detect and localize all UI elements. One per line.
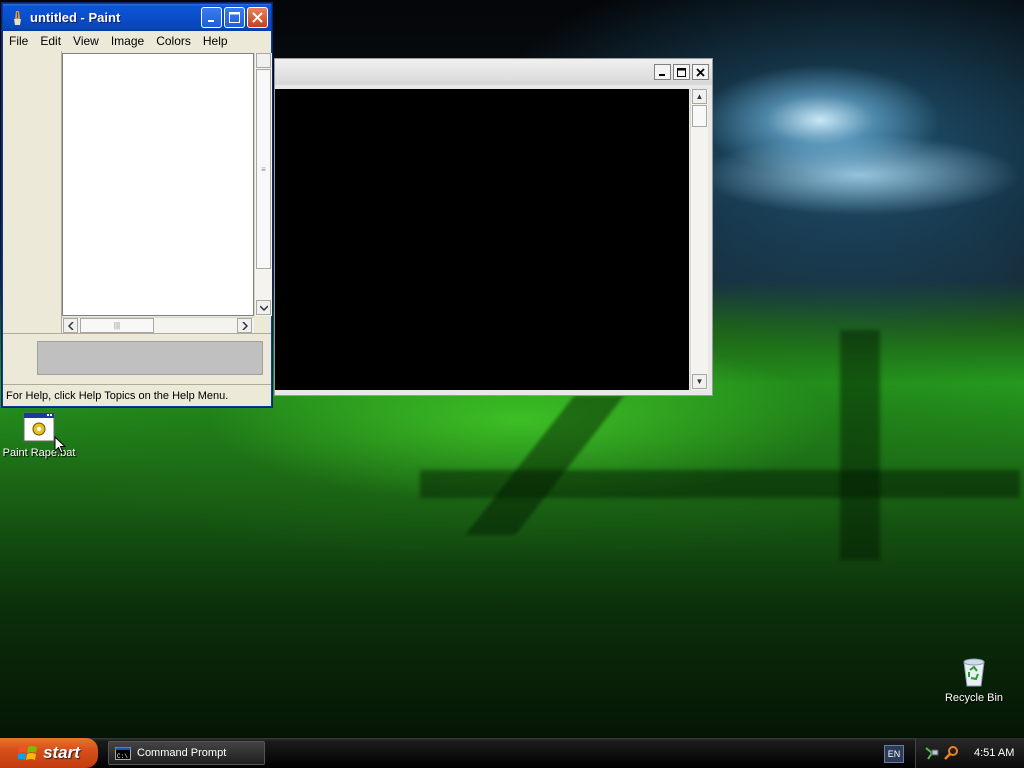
grass-shadow <box>840 330 880 560</box>
grass-shadow <box>420 470 1020 498</box>
mouse-cursor-icon <box>54 436 66 454</box>
search-icon[interactable] <box>944 745 960 761</box>
scroll-thumb[interactable]: ≡ <box>256 69 271 269</box>
batch-file-icon <box>23 412 55 442</box>
start-button[interactable]: start <box>0 738 98 768</box>
taskbar-button-label: Command Prompt <box>137 747 227 759</box>
divider <box>3 333 271 334</box>
scroll-thumb[interactable]: ||| <box>80 318 154 333</box>
start-label: start <box>43 743 80 762</box>
grass-shadow <box>465 395 625 535</box>
scroll-thumb[interactable] <box>692 105 707 127</box>
menu-help[interactable]: Help <box>197 34 234 48</box>
tool-box[interactable] <box>3 51 62 333</box>
paint-horizontal-scrollbar[interactable]: ||| <box>62 317 254 334</box>
cmd-titlebar[interactable] <box>275 59 712 85</box>
close-button[interactable] <box>692 64 709 80</box>
paint-menubar: File Edit View Image Colors Help <box>3 31 271 52</box>
language-indicator[interactable]: EN <box>884 745 904 763</box>
paint-title: untitled - Paint <box>30 10 121 25</box>
drawing-canvas[interactable] <box>62 53 254 316</box>
menu-image[interactable]: Image <box>105 34 150 48</box>
desktop-icon-label: Recycle Bin <box>944 692 1004 704</box>
color-palette[interactable] <box>37 341 263 375</box>
desktop-icon-recycle-bin[interactable]: Recycle Bin <box>940 656 1008 704</box>
desktop-icon-batch-file[interactable]: Paint Rape.bat <box>0 412 78 459</box>
menu-file[interactable]: File <box>3 34 34 48</box>
maximize-button[interactable] <box>673 64 690 80</box>
close-button[interactable] <box>247 7 268 28</box>
chevron-right-icon <box>241 321 248 330</box>
console-output[interactable] <box>275 89 689 390</box>
menu-view[interactable]: View <box>67 34 105 48</box>
desktop-icon-label: Paint Rape.bat <box>2 447 76 459</box>
paint-titlebar[interactable]: untitled - Paint <box>3 4 271 31</box>
paint-app-icon <box>9 10 25 26</box>
command-prompt-window[interactable]: ▲ ▼ <box>275 59 712 395</box>
paint-window[interactable]: untitled - Paint File Edit View Image Co… <box>2 3 272 407</box>
windows-logo-icon <box>18 746 38 760</box>
network-icon[interactable] <box>924 745 940 761</box>
cmd-vertical-scrollbar[interactable]: ▲ ▼ <box>690 89 708 390</box>
scroll-right-button[interactable] <box>237 318 252 333</box>
maximize-button[interactable] <box>224 7 245 28</box>
close-icon <box>696 67 705 77</box>
taskbar: start C:\ Command Prompt EN 4:51 AM <box>0 738 1024 768</box>
minimize-icon <box>659 73 665 76</box>
scroll-left-button[interactable] <box>63 318 78 333</box>
maximize-icon <box>677 67 686 77</box>
paint-client-area: ≡ ||| For Help, click Help Topics on the… <box>3 51 272 406</box>
scroll-down-button[interactable]: ▼ <box>692 374 707 389</box>
clock[interactable]: 4:51 AM <box>974 747 1014 759</box>
paint-vertical-scrollbar[interactable]: ≡ <box>254 53 272 316</box>
scroll-up-button[interactable]: ▲ <box>692 89 707 104</box>
cmd-icon: C:\ <box>115 746 131 760</box>
svg-text:C:\: C:\ <box>117 753 128 760</box>
recycle-bin-icon <box>958 656 990 688</box>
chevron-down-icon <box>259 304 268 311</box>
menu-colors[interactable]: Colors <box>150 34 197 48</box>
close-icon <box>252 12 263 23</box>
taskbar-button-command-prompt[interactable]: C:\ Command Prompt <box>108 741 265 765</box>
minimize-icon <box>207 19 214 22</box>
minimize-button[interactable] <box>654 64 671 80</box>
chevron-left-icon <box>67 321 74 330</box>
scroll-down-button[interactable] <box>256 300 271 315</box>
scroll-up-button[interactable] <box>256 53 271 68</box>
menu-edit[interactable]: Edit <box>34 34 67 48</box>
maximize-icon <box>229 12 240 23</box>
system-tray: 4:51 AM <box>915 738 1024 768</box>
status-bar: For Help, click Help Topics on the Help … <box>3 384 271 406</box>
minimize-button[interactable] <box>201 7 222 28</box>
